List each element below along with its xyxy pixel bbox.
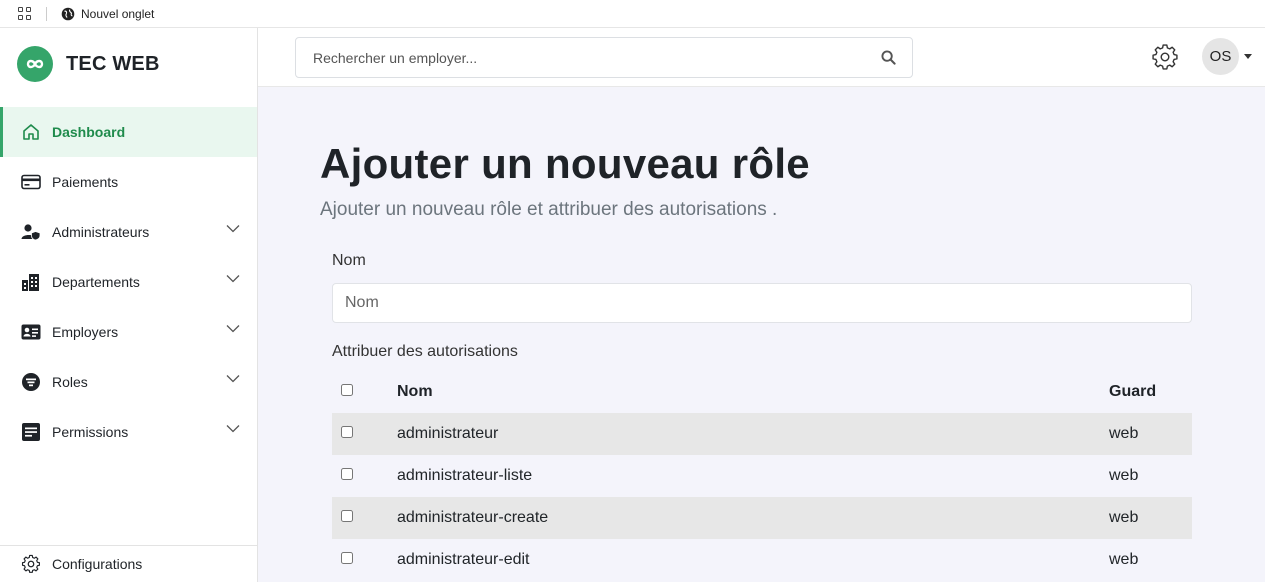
permission-name: administrateur-liste bbox=[397, 467, 533, 484]
chevron-down-icon[interactable] bbox=[226, 374, 240, 383]
sidebar-item-label: Configurations bbox=[52, 556, 143, 572]
sidebar-item-dashboard[interactable]: Dashboard bbox=[0, 107, 257, 157]
user-avatar[interactable]: OS bbox=[1202, 38, 1239, 75]
avatar-initials: OS bbox=[1209, 48, 1232, 65]
sidebar-item-configurations[interactable]: Configurations bbox=[0, 545, 257, 582]
table-row[interactable]: administrateur web bbox=[332, 413, 1192, 455]
page-title: Ajouter un nouveau rôle bbox=[320, 140, 810, 187]
search-input[interactable] bbox=[313, 49, 853, 66]
column-header-guard[interactable]: Guard bbox=[1109, 371, 1192, 413]
permission-guard: web bbox=[1109, 551, 1139, 568]
select-all-cell bbox=[332, 371, 397, 413]
sidebar-item-permissions[interactable]: Permissions bbox=[0, 407, 257, 457]
search-box bbox=[295, 37, 913, 78]
brand-logo-icon bbox=[17, 46, 53, 82]
tab-separator bbox=[46, 6, 47, 21]
list-box-icon bbox=[20, 421, 42, 443]
sidebar: TEC WEB Dashboard Paiements Administrate… bbox=[0, 28, 258, 582]
role-name-label: Nom bbox=[332, 252, 366, 269]
permission-name: administrateur bbox=[397, 425, 499, 442]
table-row[interactable]: administrateur-liste web bbox=[332, 455, 1192, 497]
apps-grid-icon[interactable] bbox=[18, 6, 32, 21]
chevron-down-icon[interactable] bbox=[226, 274, 240, 283]
sidebar-item-paiements[interactable]: Paiements bbox=[0, 157, 257, 207]
brand[interactable]: TEC WEB bbox=[0, 28, 257, 100]
browser-tab[interactable]: Nouvel onglet bbox=[61, 7, 154, 21]
permission-name: administrateur-edit bbox=[397, 551, 530, 568]
table-row[interactable]: administrateur-edit web bbox=[332, 539, 1192, 581]
row-check-cell bbox=[332, 539, 397, 581]
chevron-down-icon[interactable] bbox=[226, 324, 240, 333]
column-header-name[interactable]: Nom bbox=[397, 371, 1109, 413]
table-header-row: Nom Guard bbox=[332, 371, 1192, 413]
permissions-label: Attribuer des autorisations bbox=[332, 343, 518, 360]
chevron-down-icon[interactable] bbox=[226, 224, 240, 233]
permission-checkbox[interactable] bbox=[341, 552, 353, 564]
sidebar-item-label: Employers bbox=[52, 324, 119, 340]
globe-icon bbox=[61, 7, 75, 20]
sidebar-item-label: Dashboard bbox=[52, 124, 126, 140]
sidebar-item-roles[interactable]: Roles bbox=[0, 357, 257, 407]
row-check-cell bbox=[332, 497, 397, 539]
sidebar-item-label: Permissions bbox=[52, 424, 129, 440]
sidebar-item-label: Paiements bbox=[52, 174, 119, 190]
sidebar-nav: Dashboard Paiements Administrateurs Depa… bbox=[0, 107, 257, 457]
gear-icon bbox=[20, 553, 42, 575]
table-row[interactable]: administrateur-create web bbox=[332, 497, 1192, 539]
sidebar-item-label: Administrateurs bbox=[52, 224, 150, 240]
sidebar-item-departements[interactable]: Departements bbox=[0, 257, 257, 307]
brand-name: TEC WEB bbox=[66, 52, 160, 75]
sidebar-item-employers[interactable]: Employers bbox=[0, 307, 257, 357]
permission-guard: web bbox=[1109, 467, 1139, 484]
permission-guard: web bbox=[1109, 509, 1139, 526]
sidebar-item-administrateurs[interactable]: Administrateurs bbox=[0, 207, 257, 257]
row-check-cell bbox=[332, 455, 397, 497]
id-card-icon bbox=[20, 321, 42, 343]
main-content: Ajouter un nouveau rôle Ajouter un nouve… bbox=[258, 87, 1265, 582]
buildings-icon bbox=[20, 271, 42, 293]
filter-circle-icon bbox=[20, 371, 42, 393]
permissions-table: Nom Guard administrateur web administrat… bbox=[332, 371, 1192, 581]
user-shield-icon bbox=[20, 221, 42, 243]
caret-down-icon[interactable] bbox=[1244, 54, 1252, 59]
permission-checkbox[interactable] bbox=[341, 426, 353, 438]
page-subtitle: Ajouter un nouveau rôle et attribuer des… bbox=[320, 199, 778, 220]
permission-guard: web bbox=[1109, 425, 1139, 442]
search-icon[interactable] bbox=[881, 50, 896, 65]
select-all-checkbox[interactable] bbox=[341, 384, 353, 396]
sidebar-item-label: Roles bbox=[52, 374, 88, 390]
browser-tab-bar: Nouvel onglet bbox=[0, 0, 1265, 28]
chevron-down-icon[interactable] bbox=[226, 424, 240, 433]
role-name-input[interactable] bbox=[332, 283, 1192, 323]
sidebar-item-label: Departements bbox=[52, 274, 140, 290]
browser-tab-title: Nouvel onglet bbox=[81, 6, 155, 21]
settings-gear-icon[interactable] bbox=[1152, 44, 1178, 70]
permission-checkbox[interactable] bbox=[341, 468, 353, 480]
credit-card-icon bbox=[20, 171, 42, 193]
home-icon bbox=[20, 121, 42, 143]
permission-checkbox[interactable] bbox=[341, 510, 353, 522]
row-check-cell bbox=[332, 413, 397, 455]
top-header: OS bbox=[258, 28, 1265, 87]
permission-name: administrateur-create bbox=[397, 509, 549, 526]
